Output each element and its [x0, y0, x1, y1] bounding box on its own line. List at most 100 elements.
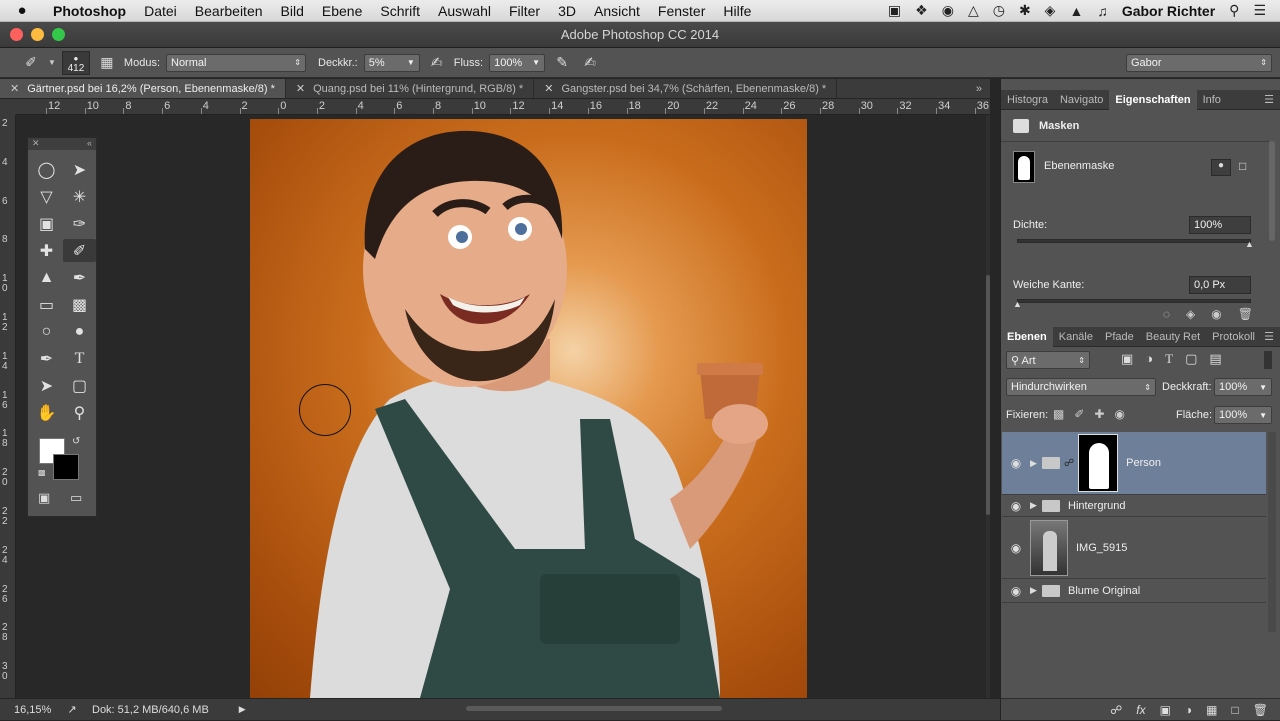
deckkr-input[interactable]: 5% ▼: [363, 53, 420, 72]
tab-ebenen[interactable]: Ebenen: [1001, 326, 1053, 347]
menu-auswahl[interactable]: Auswahl: [429, 3, 500, 19]
layer-filter-select[interactable]: ⚲ Art ⇕: [1006, 351, 1090, 369]
volume-icon[interactable]: ♫: [1097, 3, 1108, 19]
preset-dropdown-arrow-icon[interactable]: ▼: [48, 58, 56, 67]
ruler-origin[interactable]: [0, 99, 16, 115]
menu-bearbeiten[interactable]: Bearbeiten: [186, 3, 272, 19]
tab-kanaele[interactable]: Kanäle: [1053, 327, 1099, 347]
fluss-input[interactable]: 100% ▼: [489, 53, 546, 72]
eye-icon[interactable]: ◉: [1002, 456, 1030, 470]
pen-tool-icon[interactable]: ✒: [30, 347, 63, 370]
expand-arrow-icon[interactable]: ▶: [1030, 458, 1042, 469]
lock-transparent-icon[interactable]: ▩: [1053, 407, 1064, 421]
blur-tool-icon[interactable]: ○: [30, 320, 63, 343]
clone-stamp-tool-icon[interactable]: ▲: [30, 266, 63, 289]
zoom-level[interactable]: 16,15%: [0, 704, 52, 716]
user-name[interactable]: Gabor Richter: [1122, 3, 1215, 19]
lock-all-icon[interactable]: ◉: [1114, 407, 1124, 421]
window-zoom-button[interactable]: [52, 28, 65, 41]
time-machine-icon[interactable]: ◷: [993, 2, 1005, 19]
close-icon[interactable]: ✕: [296, 82, 305, 95]
tab-pfade[interactable]: Pfade: [1099, 327, 1140, 347]
display-icon[interactable]: ▣: [888, 2, 901, 19]
link-layers-icon[interactable]: ☍: [1110, 703, 1122, 717]
tab-beauty-retouch[interactable]: Beauty Ret: [1140, 327, 1206, 347]
ellipse-marquee-tool-icon[interactable]: ◯: [30, 158, 63, 181]
vertical-ruler[interactable]: 24681 01 21 41 61 82 02 22 42 62 83 03 2: [0, 115, 16, 721]
add-mask-icon[interactable]: ▣: [1160, 703, 1171, 717]
share-icon[interactable]: ↗: [52, 703, 92, 716]
canvas-vertical-scrollbar[interactable]: [986, 115, 990, 698]
notification-center-icon[interactable]: ☰: [1253, 2, 1266, 19]
layer-name[interactable]: Person: [1126, 457, 1161, 469]
path-selection-tool-icon[interactable]: ➤: [30, 374, 63, 397]
tab-gangster[interactable]: ✕ Gangster.psd bei 34,7% (Schärfen, Eben…: [534, 79, 838, 98]
panel-menu-icon[interactable]: ☰: [1264, 93, 1280, 106]
healing-brush-tool-icon[interactable]: ✚: [30, 239, 63, 262]
menu-bild[interactable]: Bild: [272, 3, 313, 19]
crop-tool-icon[interactable]: ▣: [30, 212, 63, 235]
dodge-tool-icon[interactable]: ●: [63, 320, 96, 343]
panel-grip[interactable]: [28, 150, 96, 158]
delete-mask-icon[interactable]: 🗑: [1238, 307, 1253, 325]
lock-pixels-icon[interactable]: ✐: [1074, 407, 1084, 421]
link-icon[interactable]: ☍: [1064, 458, 1074, 469]
close-icon[interactable]: ✕: [544, 82, 553, 95]
layers-scrollbar[interactable]: [1268, 432, 1276, 632]
horizontal-ruler[interactable]: 12 10 8 6 4 2 0 2 4 6 8 10 12 14 16 18 20 22 24 26 28 30 32 34 3…: [16, 99, 990, 115]
vector-mask-add-icon[interactable]: □: [1239, 159, 1246, 173]
menu-3d[interactable]: 3D: [549, 3, 585, 19]
polygon-lasso-tool-icon[interactable]: ▽: [30, 185, 63, 208]
filter-toggle[interactable]: [1264, 351, 1272, 369]
blend-mode-select[interactable]: Hindurchwirken ⇕: [1006, 378, 1156, 396]
filter-pixel-icon[interactable]: ▣: [1121, 351, 1133, 367]
brush-preset-icon[interactable]: ✐: [20, 54, 42, 71]
history-brush-tool-icon[interactable]: ✒: [63, 266, 96, 289]
layer-name[interactable]: Blume Original: [1068, 585, 1140, 597]
layer-row[interactable]: ◉ IMG_5915: [1002, 517, 1266, 579]
wifi-icon[interactable]: ◈: [1045, 2, 1056, 19]
menu-app[interactable]: Photoshop: [44, 3, 135, 19]
new-layer-icon[interactable]: □: [1232, 703, 1239, 717]
layer-name[interactable]: Hintergrund: [1068, 500, 1125, 512]
tab-navigator[interactable]: Navigato: [1054, 90, 1109, 110]
menu-ebene[interactable]: Ebene: [313, 3, 371, 19]
layer-row[interactable]: ◉ ▶ ☍ Person: [1002, 432, 1266, 495]
dichte-slider[interactable]: [1017, 239, 1251, 243]
lock-position-icon[interactable]: ✚: [1094, 407, 1104, 421]
eject-icon[interactable]: ▲: [1069, 3, 1083, 19]
quick-mask-icon[interactable]: ▣: [38, 490, 50, 506]
gradient-tool-icon[interactable]: ▩: [63, 293, 96, 316]
pressure-size-icon[interactable]: ✍: [579, 54, 601, 71]
menu-datei[interactable]: Datei: [135, 3, 186, 19]
airbrush-icon[interactable]: ✎: [551, 54, 573, 71]
adjustment-layer-icon[interactable]: ◑: [1185, 703, 1192, 717]
background-color-swatch[interactable]: [53, 454, 79, 480]
expand-arrow-icon[interactable]: ▶: [1030, 585, 1042, 596]
layer-name[interactable]: IMG_5915: [1076, 542, 1127, 554]
workspace-select[interactable]: Gabor ⇕: [1126, 53, 1272, 72]
tab-eigenschaften[interactable]: Eigenschaften: [1109, 89, 1197, 110]
window-close-button[interactable]: [10, 28, 23, 41]
layer-style-icon[interactable]: fx: [1136, 703, 1145, 717]
deckkraft-input[interactable]: 100% ▼: [1214, 378, 1272, 396]
default-colors-icon[interactable]: ▩: [38, 468, 46, 477]
screen-mode-icon[interactable]: ▭: [70, 490, 82, 506]
filter-type-icon[interactable]: T: [1165, 351, 1173, 367]
canvas-area[interactable]: [16, 115, 986, 698]
menu-hilfe[interactable]: Hilfe: [714, 3, 760, 19]
eraser-tool-icon[interactable]: ▭: [30, 293, 63, 316]
panel-menu-icon[interactable]: ☰: [1264, 330, 1280, 343]
close-icon[interactable]: ✕: [32, 138, 40, 150]
dichte-input[interactable]: 100%: [1189, 216, 1251, 234]
tab-gaertner[interactable]: ✕ Gärtner.psd bei 16,2% (Person, Ebenenm…: [0, 79, 286, 98]
brush-panel-toggle-icon[interactable]: ▦: [96, 54, 118, 71]
eye-icon[interactable]: ◉: [1002, 499, 1030, 513]
rectangle-tool-icon[interactable]: ▢: [63, 374, 96, 397]
canvas-horizontal-scrollbar[interactable]: [466, 706, 722, 711]
pixel-mask-button[interactable]: ●: [1211, 159, 1231, 176]
filter-adjustment-icon[interactable]: ◑: [1145, 351, 1153, 367]
pressure-opacity-icon[interactable]: ✍: [426, 54, 448, 71]
window-minimize-button[interactable]: [31, 28, 44, 41]
filter-smart-object-icon[interactable]: ▤: [1209, 351, 1221, 367]
